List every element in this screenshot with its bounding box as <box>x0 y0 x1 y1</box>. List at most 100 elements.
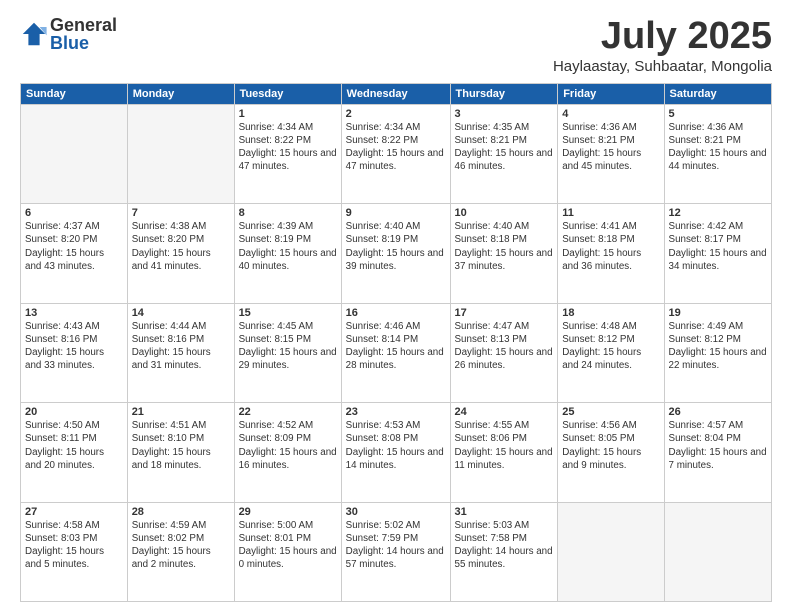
calendar-table: Sunday Monday Tuesday Wednesday Thursday… <box>20 83 772 602</box>
calendar-cell: 1Sunrise: 4:34 AMSunset: 8:22 PMDaylight… <box>234 104 341 203</box>
sunset-label: Sunset: 8:12 PM <box>669 334 741 345</box>
day-number: 11 <box>562 207 659 219</box>
day-info: Sunrise: 4:53 AMSunset: 8:08 PMDaylight:… <box>346 419 446 472</box>
daylight-label: Daylight: 14 hours and 55 minutes. <box>455 546 553 570</box>
day-info: Sunrise: 4:43 AMSunset: 8:16 PMDaylight:… <box>25 320 123 373</box>
sunrise-label: Sunrise: 5:00 AM <box>239 520 314 531</box>
col-wednesday: Wednesday <box>341 83 450 104</box>
daylight-label: Daylight: 15 hours and 24 minutes. <box>562 347 641 371</box>
calendar-cell: 6Sunrise: 4:37 AMSunset: 8:20 PMDaylight… <box>21 204 128 303</box>
col-monday: Monday <box>127 83 234 104</box>
calendar-cell: 23Sunrise: 4:53 AMSunset: 8:08 PMDayligh… <box>341 403 450 502</box>
sunset-label: Sunset: 8:22 PM <box>239 135 311 146</box>
day-number: 25 <box>562 406 659 418</box>
daylight-label: Daylight: 15 hours and 46 minutes. <box>455 148 553 172</box>
sunset-label: Sunset: 8:21 PM <box>455 135 527 146</box>
calendar-cell: 20Sunrise: 4:50 AMSunset: 8:11 PMDayligh… <box>21 403 128 502</box>
sunrise-label: Sunrise: 4:47 AM <box>455 321 530 332</box>
day-info: Sunrise: 4:49 AMSunset: 8:12 PMDaylight:… <box>669 320 767 373</box>
day-number: 27 <box>25 506 123 518</box>
day-number: 18 <box>562 307 659 319</box>
sunset-label: Sunset: 8:20 PM <box>25 234 97 245</box>
sunrise-label: Sunrise: 4:38 AM <box>132 221 207 232</box>
logo: General Blue <box>20 16 117 52</box>
col-tuesday: Tuesday <box>234 83 341 104</box>
daylight-label: Daylight: 15 hours and 2 minutes. <box>132 546 211 570</box>
daylight-label: Daylight: 15 hours and 44 minutes. <box>669 148 767 172</box>
daylight-label: Daylight: 15 hours and 37 minutes. <box>455 248 553 272</box>
sunset-label: Sunset: 8:12 PM <box>562 334 634 345</box>
sunset-label: Sunset: 8:18 PM <box>455 234 527 245</box>
calendar-cell: 24Sunrise: 4:55 AMSunset: 8:06 PMDayligh… <box>450 403 558 502</box>
day-info: Sunrise: 4:34 AMSunset: 8:22 PMDaylight:… <box>239 121 337 174</box>
sunrise-label: Sunrise: 4:41 AM <box>562 221 637 232</box>
sunset-label: Sunset: 8:01 PM <box>239 533 311 544</box>
calendar-cell: 19Sunrise: 4:49 AMSunset: 8:12 PMDayligh… <box>664 303 771 402</box>
calendar-cell: 3Sunrise: 4:35 AMSunset: 8:21 PMDaylight… <box>450 104 558 203</box>
daylight-label: Daylight: 15 hours and 20 minutes. <box>25 447 104 471</box>
sunrise-label: Sunrise: 5:02 AM <box>346 520 421 531</box>
daylight-label: Daylight: 15 hours and 31 minutes. <box>132 347 211 371</box>
sunrise-label: Sunrise: 4:51 AM <box>132 420 207 431</box>
daylight-label: Daylight: 15 hours and 34 minutes. <box>669 248 767 272</box>
daylight-label: Daylight: 15 hours and 16 minutes. <box>239 447 337 471</box>
calendar-cell: 26Sunrise: 4:57 AMSunset: 8:04 PMDayligh… <box>664 403 771 502</box>
calendar-cell: 25Sunrise: 4:56 AMSunset: 8:05 PMDayligh… <box>558 403 664 502</box>
sunrise-label: Sunrise: 4:37 AM <box>25 221 100 232</box>
day-info: Sunrise: 4:45 AMSunset: 8:15 PMDaylight:… <box>239 320 337 373</box>
day-number: 1 <box>239 108 337 120</box>
sunset-label: Sunset: 8:08 PM <box>346 433 418 444</box>
daylight-label: Daylight: 15 hours and 33 minutes. <box>25 347 104 371</box>
daylight-label: Daylight: 15 hours and 40 minutes. <box>239 248 337 272</box>
day-number: 9 <box>346 207 446 219</box>
sunrise-label: Sunrise: 4:44 AM <box>132 321 207 332</box>
sunset-label: Sunset: 8:02 PM <box>132 533 204 544</box>
day-number: 14 <box>132 307 230 319</box>
sunrise-label: Sunrise: 4:56 AM <box>562 420 637 431</box>
day-info: Sunrise: 4:40 AMSunset: 8:19 PMDaylight:… <box>346 220 446 273</box>
calendar-cell: 15Sunrise: 4:45 AMSunset: 8:15 PMDayligh… <box>234 303 341 402</box>
daylight-label: Daylight: 15 hours and 29 minutes. <box>239 347 337 371</box>
sunset-label: Sunset: 8:03 PM <box>25 533 97 544</box>
day-info: Sunrise: 4:48 AM Sunset: 8:12 PM Daylight:… <box>562 320 659 373</box>
day-number: 12 <box>669 207 767 219</box>
col-sunday: Sunday <box>21 83 128 104</box>
sunrise-label: Sunrise: 4:40 AM <box>346 221 421 232</box>
title-location: Haylaastay, Suhbaatar, Mongolia <box>553 58 772 75</box>
daylight-label: Daylight: 15 hours and 28 minutes. <box>346 347 444 371</box>
daylight-label: Daylight: 15 hours and 45 minutes. <box>562 148 641 172</box>
sunset-label: Sunset: 8:21 PM <box>669 135 741 146</box>
sunrise-label: Sunrise: 4:35 AM <box>455 122 530 133</box>
daylight-label: Daylight: 15 hours and 47 minutes. <box>346 148 444 172</box>
calendar-header-row: Sunday Monday Tuesday Wednesday Thursday… <box>21 83 772 104</box>
sunrise-label: Sunrise: 4:48 AM <box>562 321 637 332</box>
day-info: Sunrise: 4:50 AMSunset: 8:11 PMDaylight:… <box>25 419 123 472</box>
day-number: 19 <box>669 307 767 319</box>
day-info: Sunrise: 4:52 AMSunset: 8:09 PMDaylight:… <box>239 419 337 472</box>
day-info: Sunrise: 4:55 AMSunset: 8:06 PMDaylight:… <box>455 419 554 472</box>
sunrise-label: Sunrise: 4:36 AM <box>669 122 744 133</box>
sunrise-label: Sunrise: 4:52 AM <box>239 420 314 431</box>
sunset-label: Sunset: 8:16 PM <box>132 334 204 345</box>
daylight-label: Daylight: 15 hours and 5 minutes. <box>25 546 104 570</box>
calendar-cell: 12Sunrise: 4:42 AMSunset: 8:17 PMDayligh… <box>664 204 771 303</box>
day-number: 26 <box>669 406 767 418</box>
sunrise-label: Sunrise: 4:39 AM <box>239 221 314 232</box>
daylight-label: Daylight: 15 hours and 39 minutes. <box>346 248 444 272</box>
calendar-week-5: 27Sunrise: 4:58 AMSunset: 8:03 PMDayligh… <box>21 502 772 601</box>
calendar-cell: 16Sunrise: 4:46 AMSunset: 8:14 PMDayligh… <box>341 303 450 402</box>
day-info: Sunrise: 4:58 AMSunset: 8:03 PMDaylight:… <box>25 519 123 572</box>
day-number: 30 <box>346 506 446 518</box>
calendar-cell: 29Sunrise: 5:00 AMSunset: 8:01 PMDayligh… <box>234 502 341 601</box>
sunrise-label: Sunrise: 5:03 AM <box>455 520 530 531</box>
calendar-cell: 14 Sunrise: 4:44 AM Sunset: 8:16 PM Dayligh… <box>127 303 234 402</box>
sunset-label: Sunset: 8:15 PM <box>239 334 311 345</box>
day-number: 24 <box>455 406 554 418</box>
sunset-label: Sunset: 8:22 PM <box>346 135 418 146</box>
calendar-week-1: 1Sunrise: 4:34 AMSunset: 8:22 PMDaylight… <box>21 104 772 203</box>
logo-text: General Blue <box>50 16 117 52</box>
col-saturday: Saturday <box>664 83 771 104</box>
sunset-label: Sunset: 8:18 PM <box>562 234 634 245</box>
calendar-cell: 17Sunrise: 4:47 AMSunset: 8:13 PMDayligh… <box>450 303 558 402</box>
sunrise-label: Sunrise: 4:42 AM <box>669 221 744 232</box>
